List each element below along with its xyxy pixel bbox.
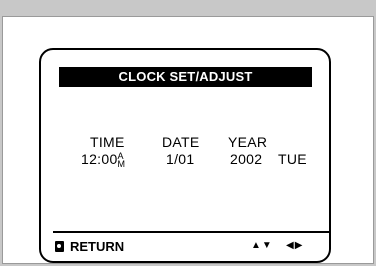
osd-screen: CLOCK SET/ADJUST TIME DATE YEAR 12:00 A M … <box>39 48 331 263</box>
return-icon <box>55 241 64 252</box>
time-header: TIME <box>90 134 125 150</box>
year-value[interactable]: 2002 <box>230 151 262 167</box>
time-field[interactable]: 12:00 A M <box>81 151 126 169</box>
return-label: RETURN <box>70 239 125 254</box>
ampm-bottom-letter: M <box>117 159 126 169</box>
page-background: CLOCK SET/ADJUST TIME DATE YEAR 12:00 A M … <box>2 16 374 264</box>
left-right-arrows-icon: ◀▶ <box>286 240 304 251</box>
footer-divider <box>53 231 329 233</box>
return-button[interactable]: RETURN <box>55 239 124 254</box>
menu-title: CLOCK SET/ADJUST <box>59 67 312 87</box>
ampm-indicator: AM <box>118 151 126 169</box>
year-header: YEAR <box>228 134 268 150</box>
date-value[interactable]: 1/01 <box>166 151 194 167</box>
up-down-arrows-icon: ▲▼ <box>251 240 273 251</box>
time-value: 12:00 <box>81 151 118 167</box>
date-header: DATE <box>162 134 200 150</box>
day-value: TUE <box>278 151 307 167</box>
